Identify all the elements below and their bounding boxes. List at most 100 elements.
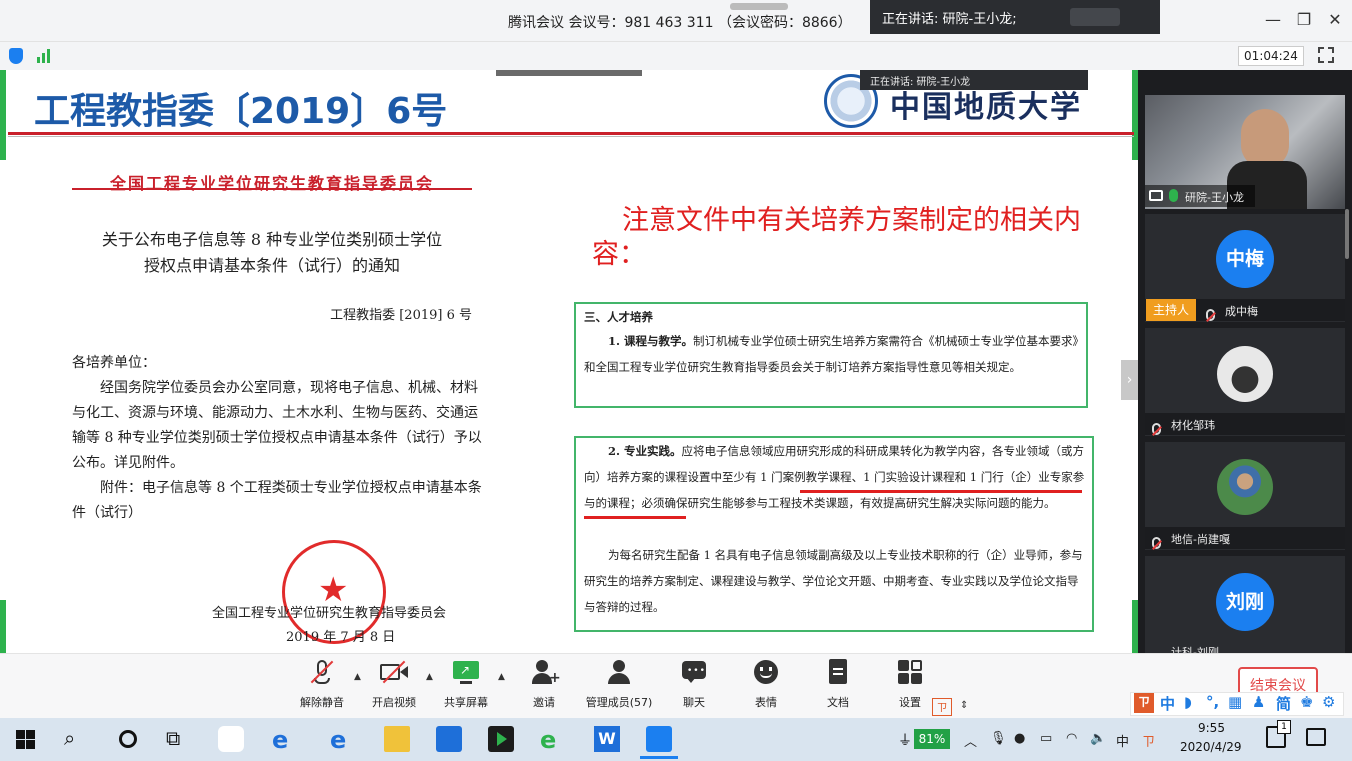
action-center-icon[interactable]: 1 (1266, 720, 1291, 748)
360-browser-icon[interactable]: e (540, 726, 566, 754)
mail-icon[interactable] (436, 726, 462, 752)
ie-browser-icon[interactable]: e (272, 726, 298, 754)
sogou-tray-icon[interactable]: ㄗ (1142, 731, 1155, 750)
signing-date: 2019 年 7 月 8 日 (286, 630, 396, 645)
attachment-note: 附件：电子信息等 8 个工程类硕士专业学位授权点申请基本条件（试行） (72, 480, 482, 521)
invite-button[interactable]: + 邀请 (524, 658, 564, 710)
share-border-left-bottom (0, 600, 6, 653)
notification-count: 1 (1277, 720, 1291, 734)
participant-tile[interactable]: 刘刚 计科-刘刚 (1145, 556, 1345, 653)
task-view-icon[interactable]: ⧉ (166, 726, 192, 752)
share-options-caret-icon[interactable]: ▲ (498, 672, 505, 682)
camera-off-icon (380, 658, 408, 686)
signal-strength-icon[interactable] (37, 47, 55, 63)
tray-expand-icon[interactable]: ︿ (964, 731, 977, 750)
participant-name: 地信-尚建嘎 (1171, 533, 1230, 546)
media-player-icon[interactable] (488, 726, 514, 752)
battery-indicator[interactable]: 81% (914, 729, 950, 749)
wifi-icon[interactable]: ◠ (1066, 731, 1077, 746)
ime-settings-gear-icon[interactable]: ⚙ (1322, 693, 1335, 711)
ime-chinese-mode[interactable]: 中 (1160, 693, 1175, 714)
drag-handle[interactable] (730, 3, 788, 10)
ime-halfwidth-icon[interactable]: ◗ (1184, 693, 1192, 711)
documents-button[interactable]: 文档 (818, 658, 858, 710)
clock-time[interactable]: 9:55 (1198, 721, 1225, 735)
sogou-logo-icon[interactable]: ㄗ (1134, 693, 1154, 713)
emoji-button[interactable]: 表情 (746, 658, 786, 710)
signing-organization: 全国工程专业学位研究生教育指导委员会 (212, 606, 447, 621)
tray-ime-indicator[interactable]: 中 (1116, 731, 1129, 750)
mic-muted-icon (1152, 418, 1161, 437)
host-badge: 主持人 (1146, 299, 1196, 321)
restore-button[interactable]: ❐ (1293, 10, 1315, 32)
file-explorer-icon[interactable] (384, 726, 410, 752)
committee-name: 全国工程专业学位研究生教育指导委员会 (109, 174, 434, 193)
emoji-label: 表情 (755, 696, 777, 709)
ime-toggle-icon[interactable]: ⇕ (960, 700, 968, 711)
excerpt-practice-bold: 2. 专业实践。 (608, 444, 682, 458)
speaking-label: 正在讲话: 研院-王小龙; (882, 12, 1017, 27)
chat-label: 聊天 (683, 696, 705, 709)
video-options-caret-icon[interactable]: ▲ (426, 672, 433, 682)
participant-avatar (1217, 346, 1273, 402)
excerpt-mentor-text: 为每名研究生配备 1 名具有电子信息领域副高级及以上专业技术职称的行（企）业导师… (584, 548, 1083, 614)
meeting-timer: 01:04:24 (1238, 46, 1304, 66)
manage-members-label: 管理成员(57) (585, 696, 653, 709)
show-desktop-comment-icon[interactable] (1306, 728, 1326, 746)
settings-label: 设置 (899, 696, 921, 709)
unmute-button[interactable]: 解除静音 (296, 658, 348, 710)
qq-icon[interactable]: ● (1014, 731, 1025, 746)
mic-off-icon (308, 658, 336, 686)
meeting-subbar (0, 42, 1352, 70)
edge-browser-icon[interactable]: e (330, 726, 356, 754)
wps-office-icon[interactable]: W (594, 726, 620, 752)
notice-title-line2: 授权点申请基本条件（试行）的通知 (143, 256, 400, 275)
panel-scrollbar[interactable] (1345, 209, 1349, 259)
salutation: 各培养单位： (72, 355, 156, 371)
cortana-icon[interactable] (116, 726, 142, 752)
ime-user-icon[interactable]: ♟ (1252, 693, 1265, 711)
windows-start-icon[interactable] (14, 726, 40, 752)
participant-face (1241, 109, 1289, 169)
committee-underline (72, 188, 472, 190)
invite-label: 邀请 (533, 696, 555, 709)
mic-options-caret-icon[interactable]: ▲ (354, 672, 361, 682)
participant-name: 研院-王小龙 (1185, 191, 1244, 204)
settings-button[interactable]: 设置 (890, 658, 930, 710)
members-icon (605, 658, 633, 686)
highlight-underline-2 (584, 516, 686, 519)
security-shield-icon[interactable] (9, 48, 23, 64)
close-button[interactable]: ✕ (1324, 10, 1346, 32)
ime-logo-icon[interactable]: ㄗ (932, 698, 952, 716)
search-icon[interactable]: ⌕ (64, 726, 90, 752)
clock-date[interactable]: 2020/4/29 (1180, 740, 1242, 754)
volume-icon[interactable]: 🔈 (1090, 731, 1106, 746)
ime-skin-icon[interactable]: ♚ (1300, 693, 1313, 711)
slide-header-title: 工程教指委〔2019〕6号 (34, 91, 448, 132)
documents-label: 文档 (827, 696, 849, 709)
share-screen-button[interactable]: ↗ 共享屏幕 (440, 658, 492, 710)
slide-header-subrule (8, 136, 1134, 137)
ime-simplified-mode[interactable]: 简 (1276, 693, 1291, 714)
ime-punctuation-icon[interactable]: °, (1206, 693, 1219, 711)
participant-avatar: 中梅 (1216, 230, 1274, 288)
note-heading: 注意文件中有关培养方案制定的相关内容： (592, 205, 1081, 270)
share-panel-toggle-icon[interactable]: › (1121, 360, 1138, 400)
app-pinwheel-icon[interactable] (218, 726, 244, 752)
overlay-speaking: 正在讲话: 研院-王小龙 (860, 70, 1088, 90)
highlight-underline-1 (800, 490, 1082, 493)
participant-tile-video[interactable]: 研院-王小龙 (1145, 95, 1345, 209)
microphone-icon[interactable]: 🎙 (990, 731, 1007, 746)
meeting-title: 腾讯会议 会议号：981 463 311 （会议密码：8866） (508, 15, 852, 31)
manage-members-button[interactable]: 管理成员(57) (582, 658, 656, 710)
ime-keyboard-icon[interactable]: ▦ (1228, 693, 1242, 711)
fullscreen-icon[interactable] (1318, 47, 1334, 63)
start-video-button[interactable]: 开启视频 (368, 658, 420, 710)
battery-tray-icon[interactable]: ▭ (1040, 731, 1052, 746)
chat-button[interactable]: ••• 聊天 (674, 658, 714, 710)
power-plug-icon[interactable]: ⏚ (898, 730, 912, 750)
minimize-button[interactable]: — (1262, 10, 1284, 32)
shared-screen: 工程教指委〔2019〕6号 中国地质大学 正在讲话: 研院-王小龙 全国工程专业… (0, 70, 1138, 653)
tencent-meeting-icon[interactable] (646, 726, 672, 752)
active-app-indicator (640, 756, 678, 759)
